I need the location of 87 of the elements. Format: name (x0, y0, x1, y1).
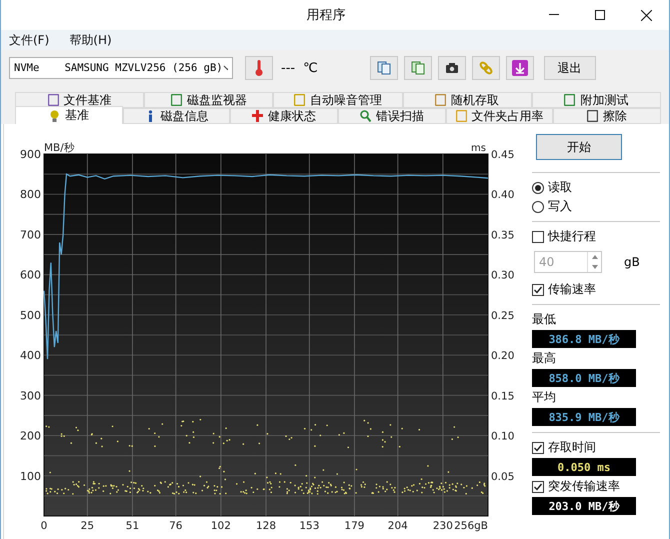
access-axis-label: 0.40 (491, 189, 514, 202)
copy-info-button[interactable] (404, 56, 432, 80)
access-axis-label: 0.45 (491, 149, 514, 161)
x-axis-label: 179 (344, 520, 364, 532)
minimize-icon (549, 14, 559, 16)
temperature-button[interactable] (245, 56, 273, 80)
readout-value: 0.050 ms (532, 458, 636, 476)
tab[interactable]: 文件夹占用率 (446, 108, 554, 124)
menu-item[interactable]: 帮助(H) (69, 32, 112, 48)
checkbox-label: 快捷行程 (548, 228, 596, 245)
tab[interactable]: 错误扫描 (338, 108, 446, 124)
tab[interactable]: 自动噪音管理 (273, 92, 403, 108)
checkbox[interactable] (532, 480, 544, 492)
radio-label: 写入 (548, 198, 572, 215)
maximize-icon (595, 10, 605, 20)
y-axis-label: 500 (20, 308, 41, 322)
checkbox[interactable] (532, 284, 544, 296)
access-axis-label: 0.35 (491, 229, 514, 242)
lightbulb-icon (48, 110, 60, 122)
drive-select[interactable]: NVMe SAMSUNG MZVLV256 (256 gB) (9, 57, 233, 79)
y-axis-title: MB/秒 (44, 142, 75, 154)
copy-icon (376, 61, 391, 75)
cross-icon (252, 110, 264, 122)
access-axis-label: 0.30 (491, 270, 514, 282)
y-axis-label: 400 (20, 349, 41, 362)
chain-icon (478, 61, 493, 75)
tab[interactable]: 擦除 (553, 108, 662, 124)
exit-button[interactable]: 退出 (544, 56, 596, 80)
access-axis-label: 0.25 (491, 310, 514, 322)
tab[interactable]: 磁盘信息 (122, 108, 230, 124)
readout-label: 最低 (532, 311, 557, 328)
tab[interactable]: 随机存取 (402, 92, 532, 108)
temperature-value: --- (281, 60, 296, 76)
camera-icon (444, 62, 459, 74)
readout-label: 最高 (532, 350, 557, 367)
x-axis-label: 256gB (454, 520, 488, 532)
unit-label: gB (624, 255, 640, 269)
tab[interactable]: 附加测试 (532, 92, 662, 108)
tab[interactable]: 健康状态 (230, 108, 338, 124)
start-button[interactable]: 开始 (536, 134, 622, 160)
x-axis-label: 76 (169, 520, 182, 532)
menu-item[interactable]: 文件(F) (9, 32, 50, 48)
window-title: 用程序 (306, 7, 346, 24)
tab[interactable]: 文件基准 (15, 92, 144, 108)
thermometer-icon (255, 60, 263, 76)
checkbox-label: 突发传输速率 (548, 478, 620, 495)
copy-icon (410, 61, 425, 75)
checkbox-label: 传输速率 (548, 281, 596, 298)
x-axis-label: 25 (80, 520, 94, 532)
access-axis-label: 0.10 (491, 430, 514, 443)
tab[interactable]: 磁盘监视器 (144, 92, 274, 108)
access-axis-label: 0.15 (491, 390, 514, 402)
x-axis-label: 102 (210, 520, 231, 532)
copy-text-button[interactable] (370, 56, 398, 80)
y-axis-label: 700 (20, 228, 41, 242)
readout-label: 平均 (532, 389, 557, 406)
readout-value: 203.0 MB/秒 (532, 497, 636, 515)
y-axis-label: 600 (20, 268, 41, 282)
x-axis-label: 153 (299, 520, 320, 532)
readout-value: 835.9 MB/秒 (532, 408, 636, 426)
radio-button[interactable] (532, 200, 544, 212)
x-axis-label: 230 (432, 520, 453, 532)
radio-button[interactable] (532, 182, 544, 194)
x-axis-label: 128 (256, 520, 276, 532)
y-axis-label: 300 (20, 389, 41, 402)
access-axis-label: 0.05 (491, 470, 514, 483)
checkbox-label: 存取时间 (548, 439, 596, 456)
access-axis-title: ms (471, 143, 486, 154)
download-icon (512, 60, 528, 76)
radio-label: 读取 (548, 179, 572, 196)
close-icon (640, 10, 652, 20)
save-button[interactable] (506, 56, 534, 80)
access-axis-label: 0.20 (491, 350, 514, 362)
x-axis-label: 204 (388, 520, 408, 532)
x-axis-label: 0 (40, 520, 48, 532)
y-axis-label: 900 (20, 148, 41, 161)
screenshot-button[interactable] (438, 56, 466, 80)
x-axis-label: 51 (126, 520, 140, 532)
tab[interactable]: 基准 (15, 106, 123, 124)
y-axis-label: 800 (20, 188, 41, 202)
y-axis-label: 200 (20, 430, 41, 443)
y-axis-label: 100 (20, 470, 41, 483)
readout-value: 386.8 MB/秒 (532, 330, 636, 348)
search-icon (360, 110, 371, 122)
readout-value: 858.0 MB/秒 (532, 369, 636, 387)
checkbox[interactable] (532, 442, 544, 454)
temperature-unit: ℃ (303, 60, 318, 76)
